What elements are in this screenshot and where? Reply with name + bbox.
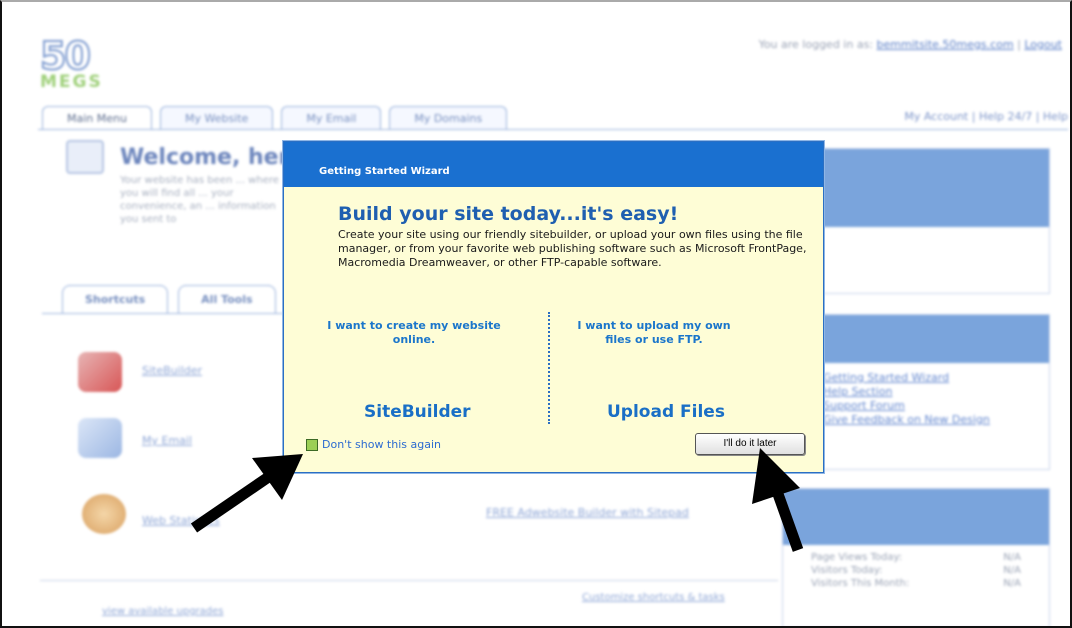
brush-icon xyxy=(78,352,122,392)
magnifier-icon xyxy=(82,494,126,534)
link-support-forum[interactable]: Support Forum xyxy=(823,399,1009,413)
login-status: You are logged in as: bemmitsite.50megs.… xyxy=(759,38,1062,51)
promo-link[interactable]: FREE Adwebsite Builder with Sitepad xyxy=(486,506,716,519)
upgrades-link[interactable]: view available upgrades xyxy=(102,606,224,617)
getting-started-dialog: Getting Started Wizard Build your site t… xyxy=(283,141,824,473)
logo-number: 50 xyxy=(39,34,92,78)
option-upload-files: I want to upload my own files or use FTP… xyxy=(577,319,731,346)
tab-my-domains[interactable]: My Domains xyxy=(389,106,508,130)
logo-word: MEGS xyxy=(40,72,103,92)
logout-link[interactable]: Logout xyxy=(1024,38,1062,51)
arrow-icon xyxy=(190,454,303,533)
side-box-stats-header xyxy=(783,489,1049,545)
dialog-headline: Build your site today...it's easy! xyxy=(338,203,679,225)
tab-my-website[interactable]: My Website xyxy=(159,106,274,130)
upload-files-link[interactable]: Upload Files xyxy=(607,402,725,422)
welcome-title: Welcome, hem xyxy=(120,145,302,170)
main-tabs: Main Menu My Website My Email My Domains xyxy=(42,106,508,130)
computer-icon xyxy=(66,140,104,174)
side-box-stats: Page Views Today: N/A Visitors Today: N/A … xyxy=(782,488,1050,626)
screenshot-frame: 50 MEGS You are logged in as: bemmitsite… xyxy=(0,0,1072,628)
login-separator: | xyxy=(1013,38,1025,51)
options-divider xyxy=(548,312,550,424)
dont-show-again[interactable]: Don't show this again xyxy=(306,438,441,451)
site-logo[interactable]: 50 MEGS xyxy=(39,34,103,92)
link-help-section[interactable]: Help Section xyxy=(823,385,1009,399)
stats-list: Page Views Today: N/A Visitors Today: N/A … xyxy=(783,545,1049,596)
stat-label: Visitors Today: xyxy=(811,565,883,576)
dont-show-label: Don't show this again xyxy=(322,438,441,451)
shortcut-sitebuilder[interactable]: SiteBuilder xyxy=(142,364,202,377)
bottom-rule xyxy=(40,580,778,581)
stat-row: Page Views Today: N/A xyxy=(811,551,1021,564)
account-links[interactable]: My Account | Help 24/7 | Help xyxy=(904,110,1068,123)
customize-link[interactable]: Customize shortcuts & tasks xyxy=(582,592,725,603)
stat-value: N/A xyxy=(1003,565,1021,576)
dialog-title: Getting Started Wizard xyxy=(284,142,823,187)
dialog-description: Create your site using our friendly site… xyxy=(338,228,807,269)
tab-main-menu[interactable]: Main Menu xyxy=(42,106,152,130)
shortcut-tabs: Shortcuts All Tools xyxy=(62,285,276,313)
login-prefix: You are logged in as: xyxy=(758,38,874,51)
username-link[interactable]: bemmitsite.50megs.com xyxy=(877,38,1014,51)
stat-row: Visitors Today: N/A xyxy=(811,564,1021,577)
stat-value: N/A xyxy=(1003,552,1021,563)
email-icon xyxy=(78,418,122,458)
stat-value: N/A xyxy=(1003,578,1021,589)
stat-label: Visitors This Month: xyxy=(811,578,910,589)
link-feedback[interactable]: Give Feedback on New Design xyxy=(823,413,1009,427)
sitebuilder-link[interactable]: SiteBuilder xyxy=(364,402,471,422)
welcome-text: Your website has been ... where you will… xyxy=(120,175,279,225)
option-create-online: I want to create my website online. xyxy=(327,319,501,346)
tab-all-tools[interactable]: All Tools xyxy=(178,285,276,313)
stat-row: Visitors This Month: N/A xyxy=(811,577,1021,590)
tab-rule xyxy=(38,129,1068,130)
stat-label: Page Views Today: xyxy=(811,552,903,563)
tab-my-email[interactable]: My Email xyxy=(281,106,382,130)
tab-shortcuts[interactable]: Shortcuts xyxy=(62,285,169,313)
arrow-icon xyxy=(752,448,804,552)
link-getting-started[interactable]: Getting Started Wizard xyxy=(823,371,1009,385)
